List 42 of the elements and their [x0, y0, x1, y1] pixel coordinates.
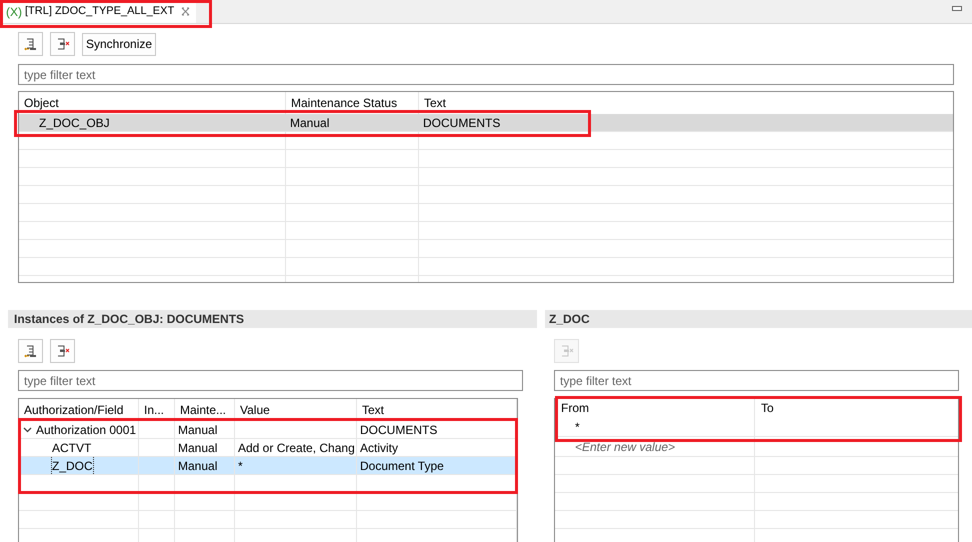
table-cell: Z_DOC	[52, 457, 93, 474]
add-button[interactable]	[18, 339, 43, 363]
table-cell-text: DOCUMENTS	[360, 422, 438, 438]
tree-row[interactable]: Z_DOC Manual * Document Type	[19, 457, 517, 475]
table-cell-text: Z_DOC_OBJ	[38, 114, 111, 131]
section-header: Instances of Z_DOC_OBJ: DOCUMENTS	[8, 310, 537, 328]
new-value-entry[interactable]: <Enter new value>	[575, 438, 676, 456]
add-rows-icon	[24, 344, 38, 358]
tab-icon: (X)	[6, 2, 22, 20]
chevron-icon[interactable]	[23, 426, 32, 432]
minimize-icon[interactable]	[952, 6, 962, 11]
add-button[interactable]	[18, 32, 43, 56]
add-rows-icon	[24, 37, 38, 51]
tree-row[interactable]: Authorization 0001 Manual DOCUMENTS	[19, 421, 517, 439]
table-cell-text: Manual	[289, 114, 330, 131]
table-cell-text: Authorization 0001	[36, 422, 136, 438]
table-cell-text: Add or Create, Chang	[238, 440, 355, 456]
table-cell-text: Document Type	[360, 458, 444, 474]
table-cell-text: *	[238, 458, 243, 474]
tree-row[interactable]: ACTVT Manual Add or Create, Chang Activity	[19, 439, 517, 457]
remove-rows-icon	[56, 344, 70, 358]
remove-rows-icon	[560, 344, 574, 358]
table-cell-text: ACTVT	[52, 440, 92, 456]
section-header: Z_DOC	[545, 310, 972, 328]
filter-field[interactable]: type filter text	[18, 370, 523, 391]
table-cell-text: Manual	[178, 458, 218, 474]
remove-button[interactable]	[50, 339, 75, 363]
remove-button[interactable]	[50, 32, 75, 56]
column-header[interactable]: To	[755, 399, 958, 417]
table-cell-text: Manual	[178, 422, 218, 438]
filter-field[interactable]: type filter text	[554, 370, 959, 391]
remove-rows-icon	[56, 37, 70, 51]
filter-field[interactable]: type filter text	[18, 64, 954, 85]
table-row[interactable]: Z_DOC_OBJ Manual DOCUMENTS	[19, 114, 953, 132]
tab-title: [TRL] ZDOC_TYPE_ALL_EXT	[25, 4, 174, 20]
synchronize-button[interactable]: Synchronize	[82, 32, 156, 56]
table-cell-text: Manual	[178, 440, 218, 456]
column-header[interactable]: From	[555, 399, 755, 417]
table-cell-text: Activity	[360, 440, 398, 456]
table-cell-text: DOCUMENTS	[422, 114, 502, 131]
close-icon[interactable]	[181, 7, 190, 16]
table-cell-text: *	[575, 418, 580, 436]
